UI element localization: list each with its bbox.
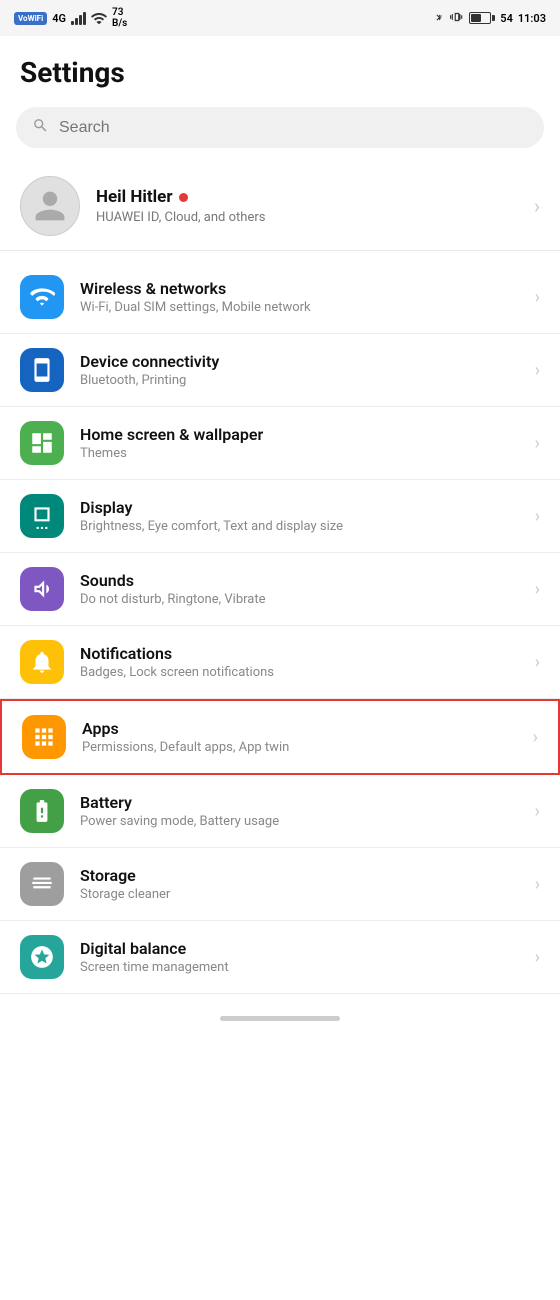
- digitalbalance-chevron-icon: ›: [535, 947, 540, 968]
- wifi-icon: [91, 10, 107, 27]
- settings-item-battery[interactable]: Battery Power saving mode, Battery usage…: [0, 775, 560, 848]
- apps-subtitle: Permissions, Default apps, App twin: [82, 740, 517, 755]
- device-chevron-icon: ›: [535, 360, 540, 381]
- notifications-icon: [20, 640, 64, 684]
- signal-bar-1: [71, 21, 74, 25]
- notifications-chevron-icon: ›: [535, 652, 540, 673]
- homescreen-icon: [20, 421, 64, 465]
- status-left: VoWiFi 4G 73 B/s: [14, 7, 127, 29]
- signal-bar-4: [83, 12, 86, 25]
- battery-fill: [471, 14, 481, 22]
- storage-title: Storage: [80, 866, 519, 885]
- settings-item-wireless[interactable]: Wireless & networks Wi-Fi, Dual SIM sett…: [0, 261, 560, 334]
- time-display: 11:03: [518, 12, 546, 25]
- storage-icon: [20, 862, 64, 906]
- device-text: Device connectivity Bluetooth, Printing: [80, 352, 519, 388]
- homescreen-text: Home screen & wallpaper Themes: [80, 425, 519, 461]
- wireless-icon: [20, 275, 64, 319]
- profile-chevron-icon: ›: [534, 194, 540, 218]
- notifications-text: Notifications Badges, Lock screen notifi…: [80, 644, 519, 680]
- settings-item-notifications[interactable]: Notifications Badges, Lock screen notifi…: [0, 626, 560, 699]
- sounds-chevron-icon: ›: [535, 579, 540, 600]
- device-title: Device connectivity: [80, 352, 519, 371]
- apps-title: Apps: [82, 719, 517, 738]
- battery-indicator: [469, 12, 495, 24]
- battery-text: Battery Power saving mode, Battery usage: [80, 793, 519, 829]
- settings-item-sounds[interactable]: Sounds Do not disturb, Ringtone, Vibrate…: [0, 553, 560, 626]
- display-icon: [20, 494, 64, 538]
- online-indicator: [179, 193, 188, 202]
- settings-list: Wireless & networks Wi-Fi, Dual SIM sett…: [0, 261, 560, 994]
- battery-percentage: 54: [500, 12, 513, 25]
- status-right: 54 11:03: [433, 9, 546, 28]
- signal-bars: [71, 11, 86, 25]
- profile-name-text: Heil Hitler: [96, 187, 173, 207]
- battery-subtitle: Power saving mode, Battery usage: [80, 814, 519, 829]
- digitalbalance-subtitle: Screen time management: [80, 960, 519, 975]
- network-type: 4G: [52, 12, 66, 25]
- apps-chevron-icon: ›: [533, 727, 538, 748]
- display-text: Display Brightness, Eye comfort, Text an…: [80, 498, 519, 534]
- homescreen-chevron-icon: ›: [535, 433, 540, 454]
- vowifi-label: VoWiFi: [14, 12, 47, 25]
- wireless-subtitle: Wi-Fi, Dual SIM settings, Mobile network: [80, 300, 519, 315]
- homescreen-subtitle: Themes: [80, 446, 519, 461]
- display-subtitle: Brightness, Eye comfort, Text and displa…: [80, 519, 519, 534]
- bluetooth-icon: [433, 9, 445, 28]
- settings-item-digitalbalance[interactable]: Digital balance Screen time management ›: [0, 921, 560, 994]
- sounds-subtitle: Do not disturb, Ringtone, Vibrate: [80, 592, 519, 607]
- vibrate-icon: [450, 9, 464, 28]
- profile-section[interactable]: Heil Hitler HUAWEI ID, Cloud, and others…: [0, 162, 560, 251]
- signal-bar-3: [79, 15, 82, 25]
- page-title: Settings: [0, 36, 560, 99]
- storage-text: Storage Storage cleaner: [80, 866, 519, 902]
- notifications-title: Notifications: [80, 644, 519, 663]
- apps-text: Apps Permissions, Default apps, App twin: [82, 719, 517, 755]
- search-bar[interactable]: [16, 107, 544, 148]
- home-bar[interactable]: [0, 1004, 560, 1037]
- profile-info: Heil Hitler HUAWEI ID, Cloud, and others: [96, 187, 518, 225]
- device-subtitle: Bluetooth, Printing: [80, 373, 519, 388]
- search-icon: [32, 117, 49, 138]
- settings-item-homescreen[interactable]: Home screen & wallpaper Themes ›: [0, 407, 560, 480]
- wireless-title: Wireless & networks: [80, 279, 519, 298]
- apps-icon: [22, 715, 66, 759]
- speed-indicator: 73 B/s: [112, 7, 127, 29]
- battery-chevron-icon: ›: [535, 801, 540, 822]
- sounds-title: Sounds: [80, 571, 519, 590]
- battery-title: Battery: [80, 793, 519, 812]
- wireless-text: Wireless & networks Wi-Fi, Dual SIM sett…: [80, 279, 519, 315]
- display-chevron-icon: ›: [535, 506, 540, 527]
- settings-item-device[interactable]: Device connectivity Bluetooth, Printing …: [0, 334, 560, 407]
- sounds-icon: [20, 567, 64, 611]
- storage-subtitle: Storage cleaner: [80, 887, 519, 902]
- wireless-chevron-icon: ›: [535, 287, 540, 308]
- display-title: Display: [80, 498, 519, 517]
- avatar: [20, 176, 80, 236]
- profile-subtitle: HUAWEI ID, Cloud, and others: [96, 210, 518, 225]
- signal-bar-2: [75, 18, 78, 25]
- settings-item-storage[interactable]: Storage Storage cleaner ›: [0, 848, 560, 921]
- settings-item-display[interactable]: Display Brightness, Eye comfort, Text an…: [0, 480, 560, 553]
- digitalbalance-icon: [20, 935, 64, 979]
- digitalbalance-title: Digital balance: [80, 939, 519, 958]
- homescreen-title: Home screen & wallpaper: [80, 425, 519, 444]
- device-icon: [20, 348, 64, 392]
- sounds-text: Sounds Do not disturb, Ringtone, Vibrate: [80, 571, 519, 607]
- home-bar-pill[interactable]: [220, 1016, 340, 1021]
- avatar-icon: [32, 188, 68, 224]
- digitalbalance-text: Digital balance Screen time management: [80, 939, 519, 975]
- status-bar: VoWiFi 4G 73 B/s: [0, 0, 560, 36]
- search-input[interactable]: [59, 119, 528, 137]
- settings-item-apps[interactable]: Apps Permissions, Default apps, App twin…: [0, 699, 560, 775]
- profile-name: Heil Hitler: [96, 187, 518, 207]
- storage-chevron-icon: ›: [535, 874, 540, 895]
- battery-setting-icon: [20, 789, 64, 833]
- notifications-subtitle: Badges, Lock screen notifications: [80, 665, 519, 680]
